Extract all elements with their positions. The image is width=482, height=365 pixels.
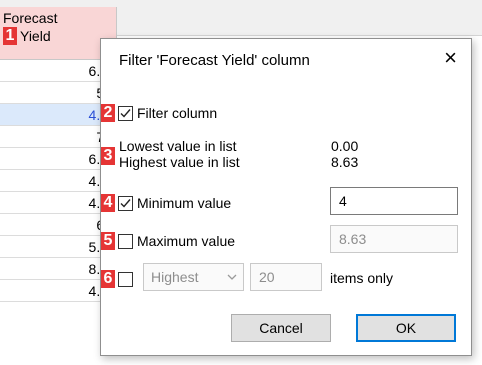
filter-column-row: 2 Filter column (101, 104, 217, 122)
filter-dialog: Filter 'Forecast Yield' column × 2 Filte… (100, 38, 472, 356)
maximum-value-input[interactable]: 8.63 (330, 225, 458, 253)
filter-column-checkbox[interactable] (118, 105, 133, 121)
maximum-row: 5 Maximum value (101, 232, 235, 250)
checkmark-icon (120, 108, 131, 118)
highest-value: 8.63 (331, 154, 359, 170)
minimum-row: 4 Minimum value (101, 194, 231, 212)
maximum-label: Maximum value (137, 233, 236, 249)
marker-6: 6 (101, 270, 115, 288)
top-items-mode-value: Highest (151, 269, 199, 285)
marker-2: 2 (101, 104, 115, 122)
marker-1: 1 (3, 27, 17, 45)
close-icon[interactable]: × (444, 47, 457, 69)
top-items-mode-select[interactable]: Highest (143, 263, 244, 291)
minimum-value-input[interactable]: 4 (330, 187, 458, 215)
lowest-value: 0.00 (331, 138, 359, 154)
minimum-checkbox[interactable] (118, 195, 133, 211)
top-items-count-input[interactable]: 20 (250, 263, 322, 291)
cancel-button[interactable]: Cancel (231, 314, 331, 342)
maximum-checkbox[interactable] (118, 233, 133, 249)
column-header-line1: Forecast (3, 10, 58, 26)
minimum-label: Minimum value (137, 195, 232, 211)
filter-column-label: Filter column (137, 105, 218, 121)
top-items-checkbox[interactable] (118, 271, 133, 287)
checkmark-icon (120, 198, 131, 208)
ok-button[interactable]: OK (356, 314, 456, 342)
marker-3: 3 (101, 147, 115, 165)
dialog-title: Filter 'Forecast Yield' column (119, 52, 310, 69)
column-header-line2: Yield (20, 28, 51, 44)
chevron-down-icon (227, 264, 237, 298)
highest-value-label: Highest value in list (119, 154, 240, 170)
top-items-row: 6 (101, 270, 137, 288)
marker-5: 5 (101, 232, 115, 250)
marker-4: 4 (101, 194, 115, 212)
lowest-value-label: Lowest value in list (119, 138, 237, 154)
top-items-suffix: items only (330, 270, 394, 286)
